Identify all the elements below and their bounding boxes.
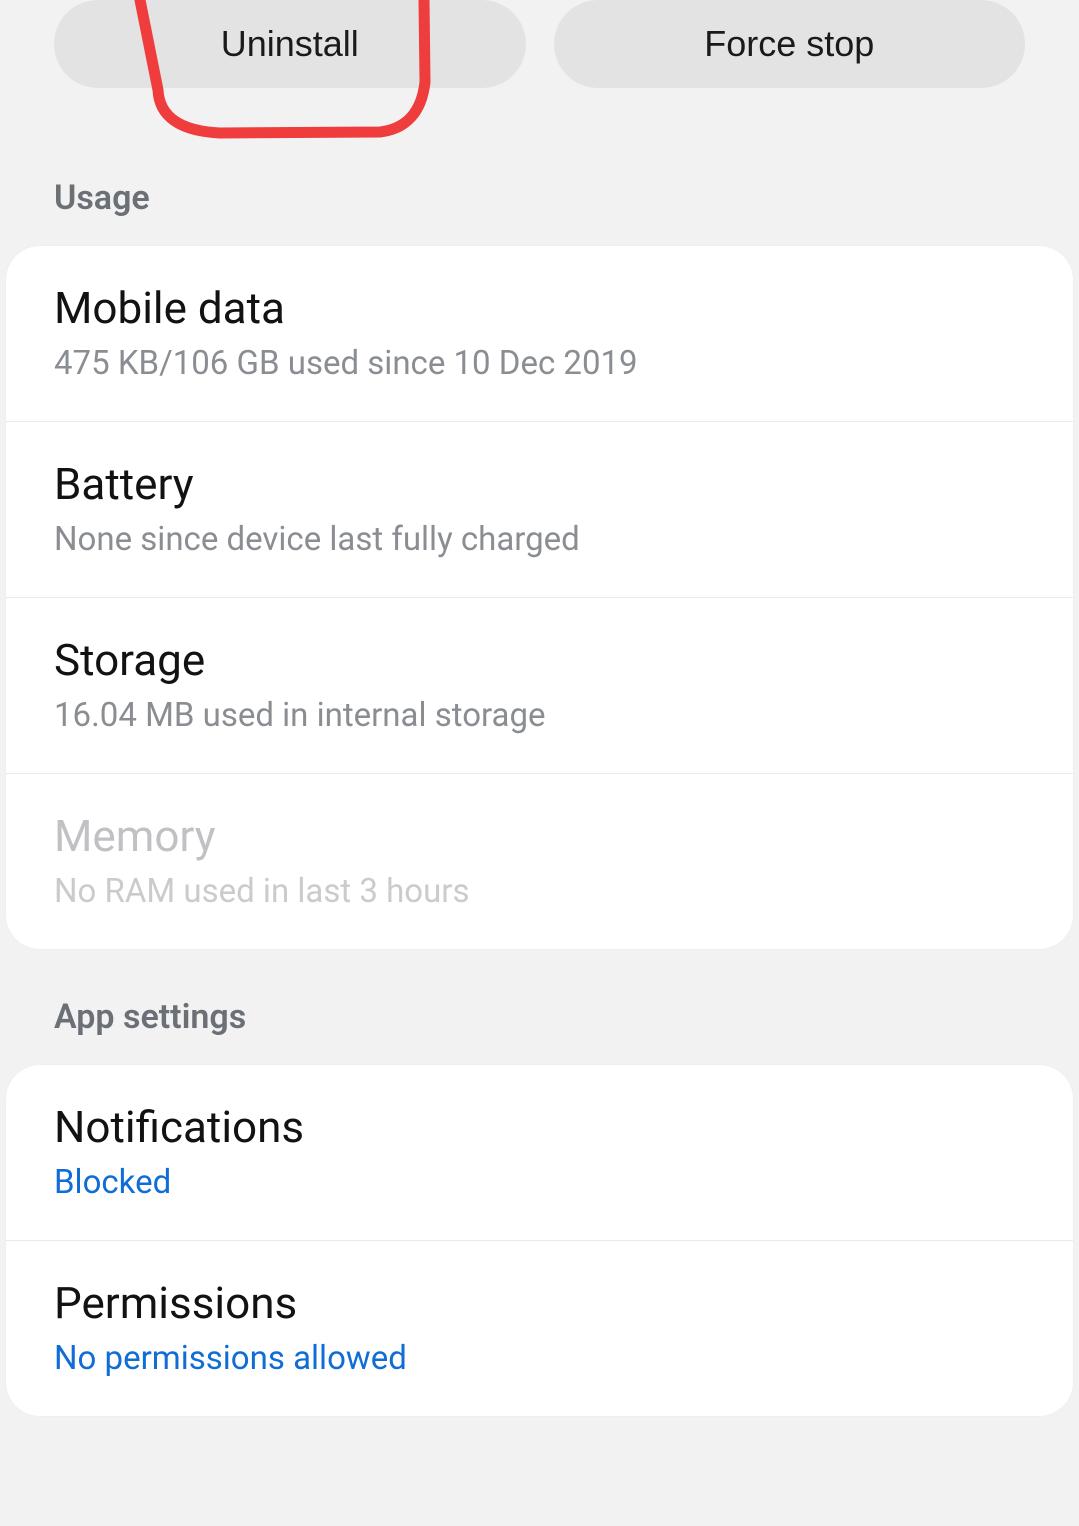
uninstall-button[interactable]: Uninstall	[54, 0, 526, 88]
memory-sub: No RAM used in last 3 hours	[54, 872, 1025, 911]
mobile-data-row[interactable]: Mobile data 475 KB/106 GB used since 10 …	[6, 246, 1073, 422]
force-stop-button[interactable]: Force stop	[554, 0, 1026, 88]
battery-sub: None since device last fully charged	[54, 520, 1025, 559]
memory-row: Memory No RAM used in last 3 hours	[6, 774, 1073, 949]
mobile-data-sub: 475 KB/106 GB used since 10 Dec 2019	[54, 344, 1025, 383]
memory-title: Memory	[54, 810, 1025, 862]
storage-title: Storage	[54, 634, 1025, 686]
storage-row[interactable]: Storage 16.04 MB used in internal storag…	[6, 598, 1073, 774]
app-settings-section-header: App settings	[0, 997, 1079, 1037]
permissions-sub: No permissions allowed	[54, 1339, 1025, 1378]
storage-sub: 16.04 MB used in internal storage	[54, 696, 1025, 735]
permissions-row[interactable]: Permissions No permissions allowed	[6, 1241, 1073, 1416]
notifications-sub: Blocked	[54, 1163, 1025, 1202]
mobile-data-title: Mobile data	[54, 282, 1025, 334]
app-settings-card: Notifications Blocked Permissions No per…	[6, 1065, 1073, 1416]
notifications-title: Notifications	[54, 1101, 1025, 1153]
usage-section-header: Usage	[0, 178, 1079, 218]
action-button-row: Uninstall Force stop	[0, 0, 1079, 88]
permissions-title: Permissions	[54, 1277, 1025, 1329]
battery-title: Battery	[54, 458, 1025, 510]
notifications-row[interactable]: Notifications Blocked	[6, 1065, 1073, 1241]
battery-row[interactable]: Battery None since device last fully cha…	[6, 422, 1073, 598]
usage-card: Mobile data 475 KB/106 GB used since 10 …	[6, 246, 1073, 949]
